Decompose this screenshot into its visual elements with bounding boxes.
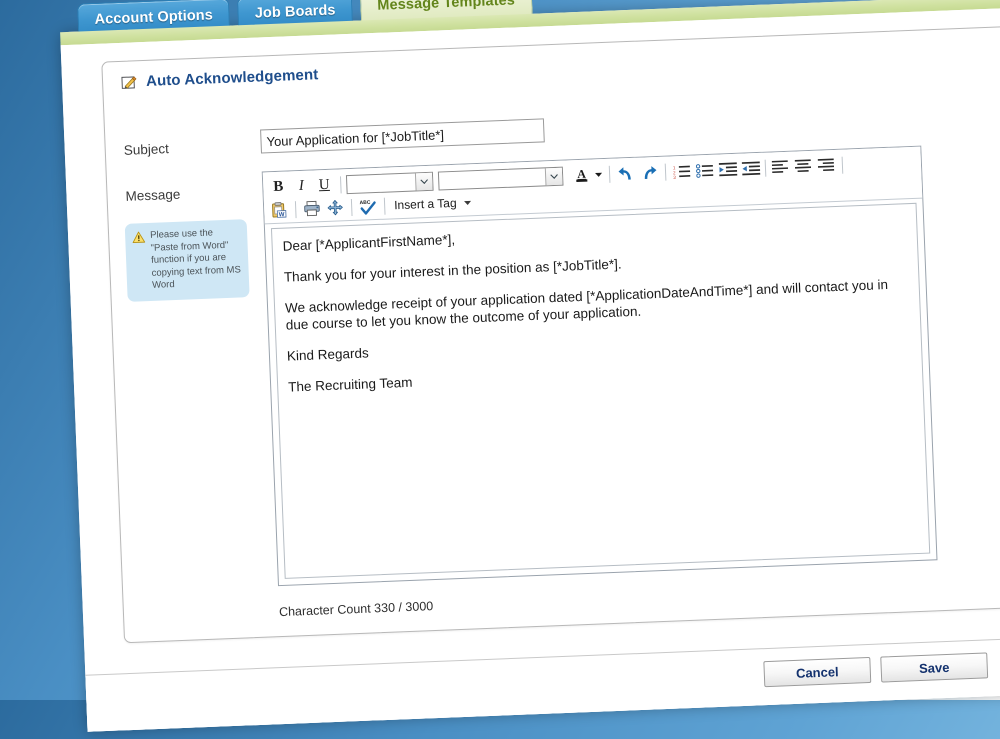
subject-input[interactable] [260,118,545,154]
align-right-glyph [817,158,834,172]
move-arrows-glyph [327,200,343,216]
move-icon[interactable] [324,197,347,218]
insert-tag-dropdown-icon[interactable] [461,192,474,212]
font-family-dropdown-icon[interactable] [414,172,433,190]
increase-indent-icon[interactable] [717,159,740,180]
bulleted-list-glyph [695,163,714,178]
italic-icon[interactable]: I [290,176,313,197]
message-label: Message [125,186,181,204]
save-button[interactable]: Save [880,652,989,683]
font-color-glyph: A [575,166,587,182]
decrease-indent-icon[interactable] [740,158,763,179]
svg-text:3: 3 [673,174,676,179]
tab-account-options-label: Account Options [94,7,214,28]
font-color-icon[interactable]: A [570,165,593,186]
numbered-list-glyph: 1 2 3 [673,165,691,179]
message-body-editable[interactable]: Dear [*ApplicantFirstName*], Thank you f… [270,202,931,579]
print-icon[interactable] [301,198,324,219]
caret-down-icon [595,172,603,177]
edit-note-icon [121,75,137,89]
page-stage: Account Options Job Boards Message Templ… [0,0,1000,739]
app-window: Account Options Job Boards Message Templ… [60,0,1000,732]
svg-text:W: W [278,212,284,218]
paste-from-word-note: Please use the "Paste from Word" functio… [124,219,250,302]
toolbar-divider [383,197,386,215]
toolbar-divider [764,159,767,177]
template-card: Auto Acknowledgement Subject Message Ple… [101,25,1000,644]
toolbar-divider [608,165,611,183]
svg-text:A: A [576,166,586,180]
panel-body: Auto Acknowledgement Subject Message Ple… [60,5,1000,732]
toolbar-divider [841,156,844,174]
bold-icon[interactable]: B [267,176,290,197]
align-left-glyph [771,160,788,174]
tab-job-boards-label: Job Boards [254,2,336,22]
toolbar-divider [294,200,297,218]
footer-bar: Cancel Save [85,635,1000,732]
paste-from-word-icon[interactable]: W [268,199,291,220]
font-family-select[interactable] [345,171,434,194]
font-color-dropdown-icon[interactable] [593,164,605,184]
decrease-indent-glyph [741,161,760,175]
warning-triangle-icon [132,231,146,244]
font-size-dropdown-icon[interactable] [544,167,563,185]
undo-icon[interactable] [615,163,638,184]
redo-glyph [644,165,657,179]
tab-message-templates-label: Message Templates [377,0,516,14]
toolbar-divider [350,198,353,216]
paste-from-word-note-text: Please use the "Paste from Word" functio… [149,227,242,291]
chevron-down-icon [550,173,558,179]
paste-from-word-glyph: W [271,201,286,218]
underline-icon[interactable]: U [313,175,336,196]
align-left-icon[interactable] [769,157,792,178]
chevron-down-icon [420,178,428,184]
character-count: Character Count 330 / 3000 [278,599,434,620]
message-paragraph: We acknowledge receipt of your applicati… [284,276,889,333]
message-editor: B I U A 1 2 3 W ABC Insert a Tag Dear [*… [261,145,938,587]
spellcheck-glyph: ABC [359,199,376,215]
subject-label: Subject [123,141,170,158]
align-center-glyph [794,159,811,173]
increase-indent-glyph [718,161,737,176]
bulleted-list-icon[interactable] [694,160,717,181]
caret-down-icon [464,200,472,205]
redo-icon[interactable] [638,162,661,183]
font-size-select[interactable] [437,166,564,191]
toolbar-divider [339,175,342,193]
spellcheck-icon[interactable]: ABC [357,196,380,217]
undo-glyph [618,166,631,180]
print-glyph [304,200,320,217]
svg-text:ABC: ABC [359,199,370,205]
insert-tag-label[interactable]: Insert a Tag [390,196,461,213]
align-center-icon[interactable] [792,156,815,177]
numbered-list-icon[interactable]: 1 2 3 [671,161,694,182]
cancel-button[interactable]: Cancel [763,656,872,688]
align-right-icon[interactable] [815,155,838,176]
toolbar-divider [664,163,667,181]
